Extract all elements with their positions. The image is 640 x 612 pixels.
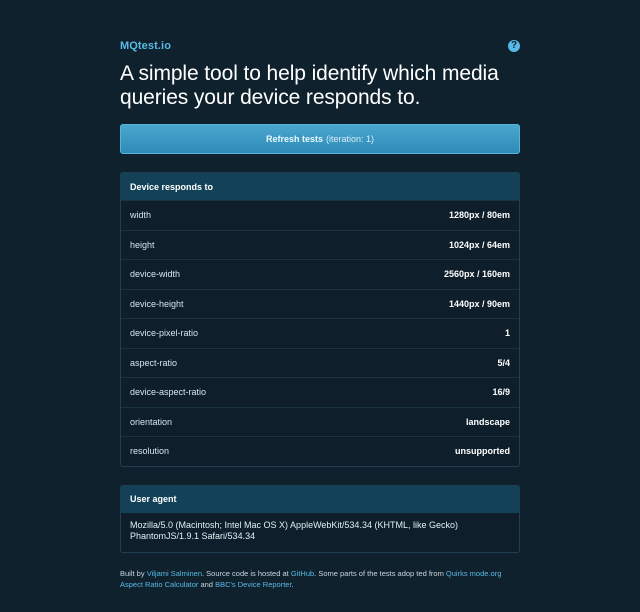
page: MQtest.io ? A simple tool to help identi… — [120, 0, 520, 590]
feature-value: 5/4 — [497, 357, 510, 368]
feature-value: 2560px / 160em — [443, 269, 510, 280]
feature-name: aspect-ratio — [130, 357, 178, 368]
help-icon[interactable]: ? — [508, 40, 520, 52]
footer-source-text: . Source code is hosted at — [202, 568, 289, 578]
user-agent-panel: User agent Mozilla/5.0 (Macintosh; Intel… — [120, 484, 520, 553]
feature-value: unsupported — [455, 446, 510, 457]
table-row: aspect-ratio 5/4 — [121, 347, 519, 378]
table-row: device-height 1440px / 90em — [121, 288, 519, 319]
feature-value: 1 — [504, 328, 510, 339]
feature-name: device-aspect-ratio — [130, 387, 207, 398]
feature-name: device-width — [130, 269, 181, 280]
footer: Built by Viljami Salminen. Source code i… — [120, 568, 520, 590]
table-row: width 1280px / 80em — [121, 200, 519, 230]
page-title: A simple tool to help identify which med… — [120, 62, 499, 109]
feature-name: width — [130, 210, 152, 221]
feature-name: device-pixel-ratio — [130, 328, 199, 339]
refresh-tests-button[interactable]: Refresh tests (iteration: 1) — [120, 124, 520, 154]
table-row: device-pixel-ratio 1 — [121, 318, 519, 348]
feature-name: height — [130, 239, 155, 250]
feature-value: landscape — [465, 416, 510, 427]
table-row: device-width 2560px / 160em — [121, 259, 519, 289]
feature-value: 1440px / 90em — [448, 298, 510, 309]
refresh-label: Refresh tests — [265, 134, 323, 144]
user-agent-string: Mozilla/5.0 (Macintosh; Intel Mac OS X) … — [130, 519, 458, 542]
footer-end: . — [291, 579, 294, 589]
device-panel-heading: Device responds to — [121, 173, 519, 200]
table-row: height 1024px / 64em — [121, 229, 519, 260]
feature-name: orientation — [130, 416, 173, 427]
table-row: resolution unsupported — [121, 436, 519, 466]
footer-built-by: Built by — [120, 568, 145, 578]
footer-and: and — [200, 579, 213, 589]
iteration-count: (iteration: 1) — [326, 134, 375, 144]
user-agent-heading: User agent — [121, 485, 519, 513]
footer-parts-text: . Some parts of the tests adop ted from — [314, 568, 444, 578]
feature-value: 16/9 — [492, 387, 510, 398]
github-link[interactable]: GitHub — [291, 569, 314, 578]
top-bar: MQtest.io ? — [120, 38, 520, 54]
device-panel: Device responds to width 1280px / 80em h… — [120, 172, 520, 467]
brand-link[interactable]: MQtest.io — [120, 40, 171, 52]
feature-name: device-height — [130, 298, 184, 309]
table-row: device-aspect-ratio 16/9 — [121, 377, 519, 407]
feature-name: resolution — [130, 446, 170, 457]
table-row: orientation landscape — [121, 406, 519, 437]
author-link[interactable]: Viljami Salminen — [147, 569, 202, 578]
feature-value: 1280px / 80em — [448, 210, 510, 221]
feature-value: 1024px / 64em — [448, 239, 510, 250]
bbc-link[interactable]: BBC's Device Reporter — [215, 580, 291, 589]
